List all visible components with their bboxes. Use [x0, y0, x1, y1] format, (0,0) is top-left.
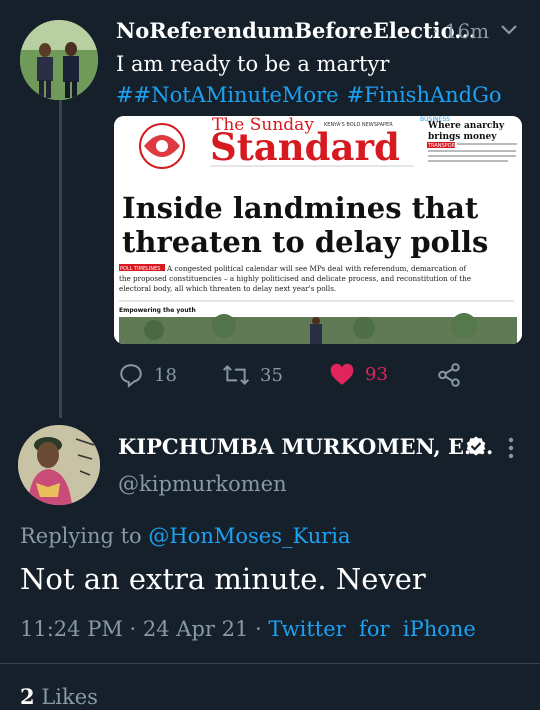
- tweet-meta: 11:24 PM · 24 Apr 21 · Twitter for iPhon…: [20, 617, 476, 641]
- reply-icon: [120, 364, 142, 388]
- chevron-down-icon[interactable]: [499, 20, 519, 40]
- hashtags: ##NotAMinuteMore #FinishAndGo: [116, 83, 510, 107]
- source-link[interactable]: Twitter for iPhone: [268, 617, 475, 641]
- like-count: 93: [365, 363, 388, 385]
- tagline: KENYA'S BOLD NEWSPAPER: [324, 122, 393, 128]
- replying-prefix: Replying to: [20, 524, 142, 548]
- thread-line: [59, 100, 62, 418]
- like-button[interactable]: 93: [329, 362, 388, 386]
- divider: [0, 663, 540, 664]
- reply-button[interactable]: 18: [118, 362, 177, 388]
- separator-dot: ·: [129, 617, 137, 641]
- heart-icon: [330, 363, 354, 385]
- side-headline-2: brings money: [428, 132, 497, 142]
- retweet-button[interactable]: 35: [222, 362, 283, 388]
- handle[interactable]: @kipmurkomen: [118, 472, 287, 496]
- avatar[interactable]: [20, 20, 98, 100]
- separator-dot: ·: [432, 19, 439, 43]
- media-card[interactable]: The Sunday Standard KENYA'S BOLD NEWSPAP…: [114, 116, 522, 344]
- hashtag-link[interactable]: ##NotAMinuteMore: [116, 83, 339, 107]
- newspaper-cover-image: The Sunday Standard KENYA'S BOLD NEWSPAP…: [114, 116, 522, 344]
- more-options-icon[interactable]: [506, 436, 516, 460]
- share-button[interactable]: [436, 362, 462, 388]
- display-name[interactable]: KIPCHUMBA MURKOMEN, E....: [118, 434, 493, 459]
- lead-line-2: the proposed constituencies – a highly p…: [119, 274, 471, 283]
- retweet-icon: [222, 365, 250, 385]
- side-tag: TRANSPORT: [427, 143, 459, 149]
- headline-line-2: threaten to delay polls: [122, 225, 488, 259]
- time-text: 16m: [444, 19, 490, 43]
- headline-line-1: Inside landmines that: [122, 191, 479, 225]
- tweet-text: I am ready to be a martyr: [116, 52, 390, 76]
- display-name[interactable]: NoReferendumBeforeElectio...: [116, 18, 476, 43]
- avatar-photo: [18, 425, 100, 505]
- tweet-time[interactable]: · 16m: [432, 19, 489, 43]
- retweet-count: 35: [260, 364, 283, 386]
- tweet-date[interactable]: 24 Apr 21: [143, 617, 248, 641]
- lead-tag: POLL TIMELINES: [120, 266, 160, 272]
- avatar[interactable]: [18, 425, 100, 505]
- masthead: Standard: [210, 125, 400, 169]
- share-icon: [438, 363, 460, 387]
- mention-link[interactable]: @HonMoses_Kuria: [148, 524, 350, 548]
- likes-count: 2: [20, 684, 35, 709]
- side-headline: Where anarchy: [427, 121, 505, 131]
- tweet-time[interactable]: 11:24 PM: [20, 617, 123, 641]
- lead-line-1: A congested political calendar will see …: [166, 264, 467, 273]
- footer-kicker: Empowering the youth: [119, 307, 196, 314]
- tweet-text: Not an extra minute. Never: [20, 562, 426, 596]
- likes-summary[interactable]: 2 Likes: [20, 684, 98, 709]
- reply-count: 18: [154, 364, 177, 386]
- likes-label: Likes: [41, 685, 98, 709]
- verified-badge-icon: [466, 436, 486, 456]
- avatar-photo: [20, 20, 98, 100]
- separator-dot: ·: [255, 617, 262, 641]
- hashtag-link[interactable]: #FinishAndGo: [347, 83, 502, 107]
- lead-line-3: electoral body, all which threaten to de…: [119, 284, 336, 293]
- replying-to: Replying to @HonMoses_Kuria: [20, 524, 351, 548]
